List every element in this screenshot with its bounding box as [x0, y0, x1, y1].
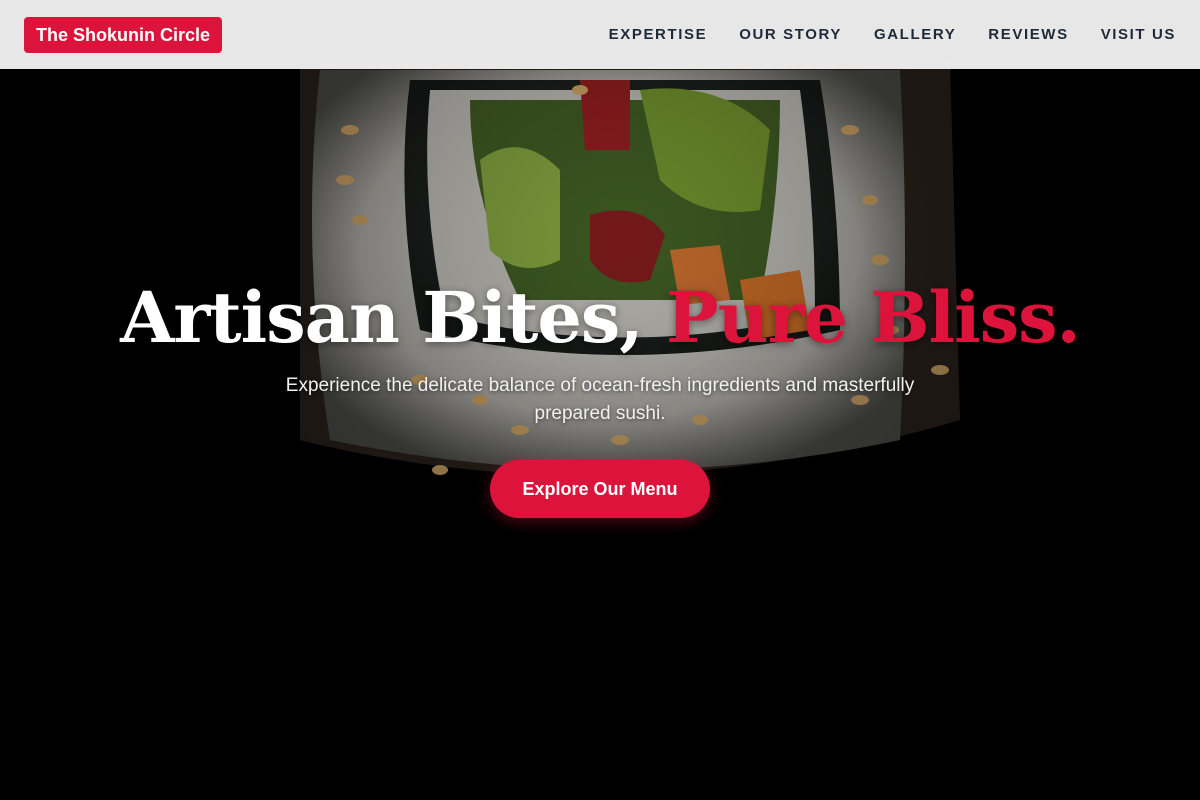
nav-gallery[interactable]: GALLERY — [874, 26, 956, 43]
site-header: The Shokunin Circle EXPERTISE OUR STORY … — [0, 0, 1200, 69]
headline-main: Artisan Bites, — [120, 276, 667, 359]
hero-content: Artisan Bites, Pure Bliss. Experience th… — [0, 270, 1200, 518]
brand-logo[interactable]: The Shokunin Circle — [24, 16, 223, 53]
hero-subtitle: Experience the delicate balance of ocean… — [285, 375, 915, 424]
nav-reviews[interactable]: REVIEWS — [988, 26, 1068, 43]
hero-headline: Artisan Bites, Pure Bliss. — [0, 270, 1200, 366]
nav-our-story[interactable]: OUR STORY — [739, 26, 842, 43]
main-nav: EXPERTISE OUR STORY GALLERY REVIEWS VISI… — [609, 26, 1176, 43]
hero-fade — [0, 480, 1200, 800]
nav-visit-us[interactable]: VISIT US — [1101, 26, 1176, 43]
headline-accent: Pure Bliss. — [666, 276, 1081, 359]
hero-section: Artisan Bites, Pure Bliss. Experience th… — [0, 0, 1200, 800]
explore-menu-button[interactable]: Explore Our Menu — [490, 460, 710, 518]
nav-expertise[interactable]: EXPERTISE — [609, 26, 708, 43]
